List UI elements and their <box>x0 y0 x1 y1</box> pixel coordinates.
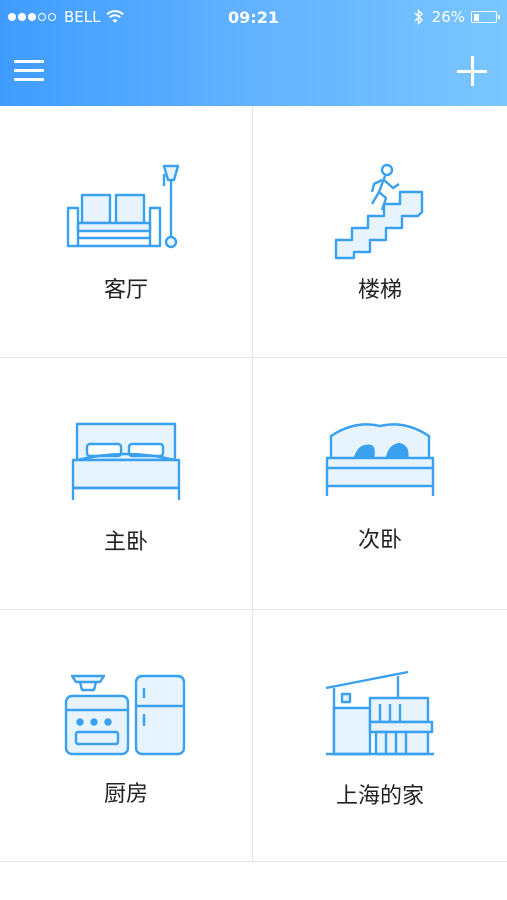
room-tile-master-bedroom[interactable]: 主卧 <box>0 358 253 610</box>
house-icon <box>325 670 434 756</box>
second-bedroom-icon <box>325 423 435 496</box>
bluetooth-icon <box>414 9 423 25</box>
room-label: 厨房 <box>103 782 148 807</box>
battery-percent: 26% <box>431 8 465 26</box>
room-label: 次卧 <box>357 528 402 553</box>
status-right: 26% <box>414 8 500 26</box>
room-label: 主卧 <box>103 530 148 555</box>
app-header: BELL 09:21 26% <box>0 0 507 106</box>
add-button[interactable] <box>457 56 487 86</box>
status-bar: BELL 09:21 26% <box>0 0 507 36</box>
battery-cap <box>498 15 500 19</box>
room-tile-second-bedroom[interactable]: 次卧 <box>253 358 507 610</box>
menu-bar <box>14 60 44 63</box>
room-label: 客厅 <box>103 278 148 303</box>
master-bedroom-icon <box>71 422 181 500</box>
menu-bar <box>14 69 44 72</box>
room-tile-living-room[interactable]: 客厅 <box>0 106 253 358</box>
living-room-icon <box>66 164 180 249</box>
room-grid: 客厅 楼梯 主卧 次卧 厨房 上海的家 <box>0 106 507 862</box>
room-label: 楼梯 <box>357 278 402 303</box>
battery-icon <box>471 11 500 23</box>
bottom-blank-area <box>0 862 507 900</box>
menu-button[interactable] <box>14 60 46 84</box>
room-tile-kitchen[interactable]: 厨房 <box>0 610 253 862</box>
room-tile-stairs[interactable]: 楼梯 <box>253 106 507 358</box>
kitchen-icon <box>64 674 186 756</box>
battery-level-fill <box>473 13 479 21</box>
room-label: 上海的家 <box>335 784 424 809</box>
room-tile-shanghai-home[interactable]: 上海的家 <box>253 610 507 862</box>
menu-bar <box>14 78 44 81</box>
stairs-icon <box>334 163 424 260</box>
